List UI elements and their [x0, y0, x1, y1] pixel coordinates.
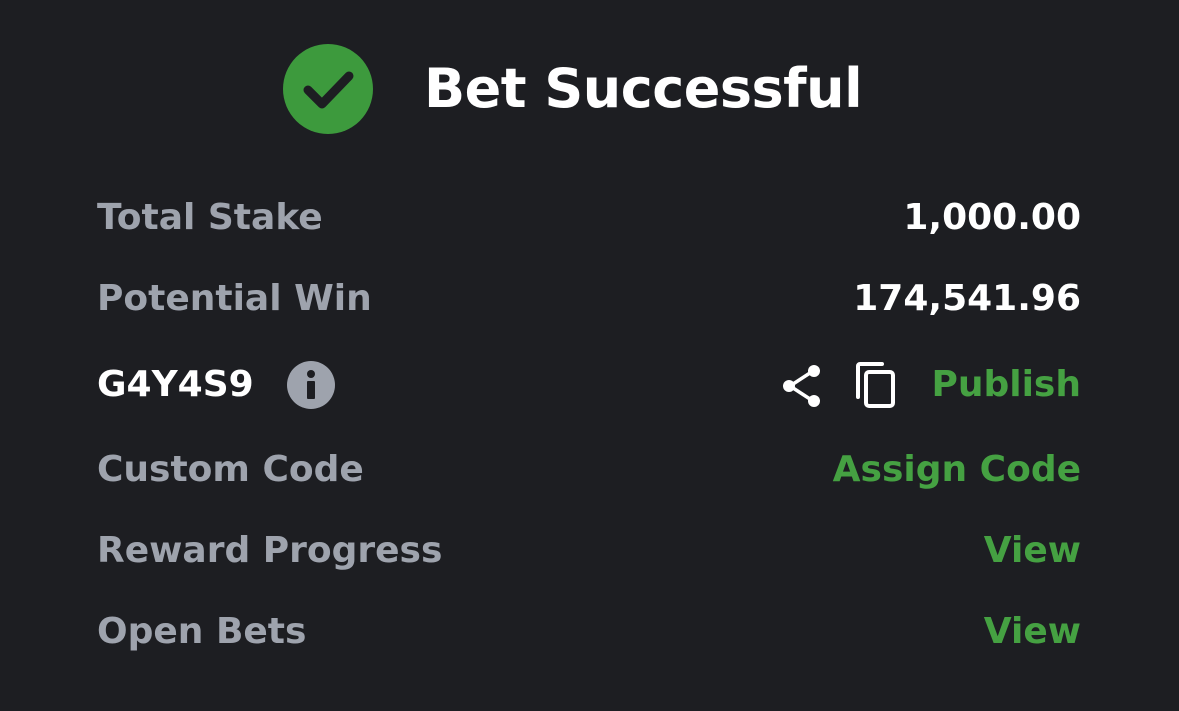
potential-win-row: Potential Win 174,541.96	[97, 269, 1081, 329]
open-bets-view-button[interactable]: View	[984, 602, 1081, 662]
custom-code-label: Custom Code	[97, 449, 364, 490]
reward-progress-view-button[interactable]: View	[984, 521, 1081, 581]
reward-progress-label: Reward Progress	[97, 530, 443, 571]
publish-button[interactable]: Publish	[931, 355, 1081, 415]
check-circle-icon	[283, 44, 373, 134]
total-stake-value: 1,000.00	[903, 197, 1081, 238]
potential-win-label: Potential Win	[97, 278, 372, 319]
bet-success-header: Bet Successful	[0, 40, 1179, 136]
share-icon[interactable]	[779, 363, 825, 409]
open-bets-label: Open Bets	[97, 611, 307, 652]
assign-code-button[interactable]: Assign Code	[833, 440, 1081, 500]
total-stake-label: Total Stake	[97, 197, 323, 238]
page-title: Bet Successful	[424, 57, 863, 120]
booking-code: G4Y4S9	[97, 364, 254, 405]
open-bets-row: Open Bets View	[97, 602, 1081, 662]
booking-code-row: G4Y4S9 Publish	[97, 355, 1081, 415]
potential-win-value: 174,541.96	[853, 278, 1081, 319]
reward-progress-row: Reward Progress View	[97, 521, 1081, 581]
custom-code-row: Custom Code Assign Code	[97, 440, 1081, 500]
info-icon[interactable]	[287, 361, 335, 409]
total-stake-row: Total Stake 1,000.00	[97, 188, 1081, 248]
bet-confirmation-panel: Bet Successful Total Stake 1,000.00 Pote…	[0, 0, 1179, 711]
copy-icon[interactable]	[854, 361, 898, 409]
